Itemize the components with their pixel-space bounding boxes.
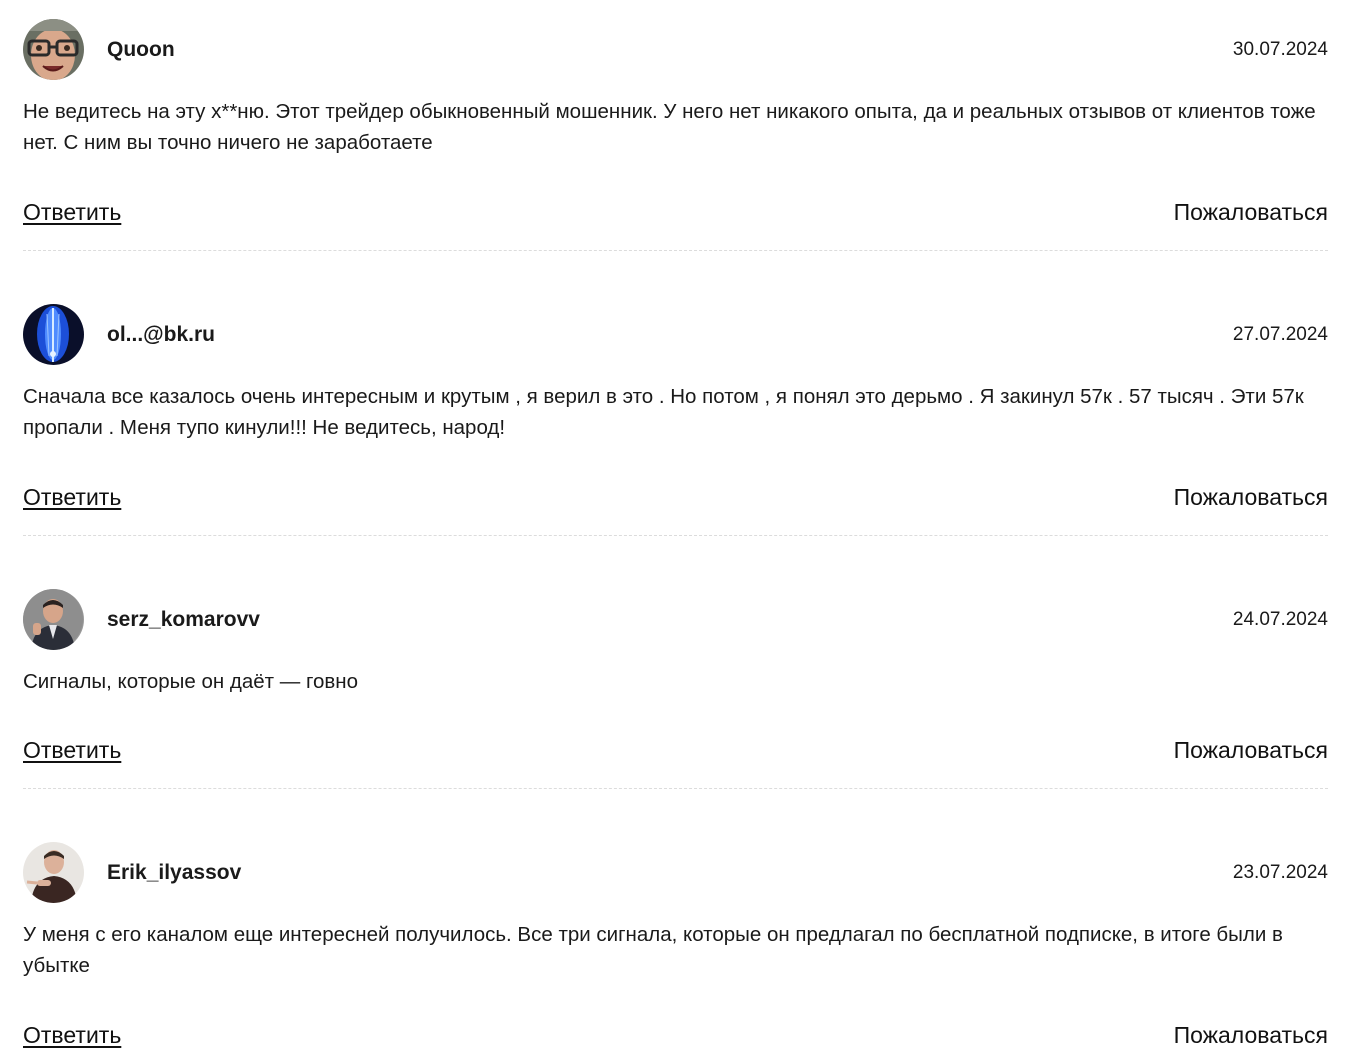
avatar-blue-light-icon[interactable] (23, 304, 84, 365)
comment-text: Сигналы, которые он даёт — говно (23, 670, 358, 693)
report-button[interactable]: Пожаловаться (1174, 197, 1328, 227)
report-button[interactable]: Пожаловаться (1174, 1020, 1328, 1050)
reply-button[interactable]: Ответить (23, 482, 121, 512)
avatar-man-suit-icon[interactable] (23, 589, 84, 650)
comments-list: Quoon 30.07.2024 Не ведитесь на эту х**н… (0, 0, 1349, 1064)
comment-date: 30.07.2024 (1232, 39, 1328, 60)
reply-button[interactable]: Ответить (23, 1020, 121, 1050)
comment-date: 23.07.2024 (1232, 862, 1328, 883)
comment-divider (23, 788, 1328, 789)
comment-header: ol...@bk.ru 27.07.2024 (23, 304, 1328, 366)
comment-divider (23, 535, 1328, 536)
reply-button[interactable]: Ответить (23, 735, 121, 765)
comment-header: serz_komarovv 24.07.2024 (23, 589, 1328, 651)
avatar-glasses-face-icon[interactable] (23, 19, 84, 80)
comment-header: Erik_ilyassov 23.07.2024 (23, 842, 1328, 904)
report-button[interactable]: Пожаловаться (1174, 735, 1328, 765)
comment-text: Не ведитесь на эту х**ню. Этот трейдер о… (23, 100, 1316, 154)
comment-date: 27.07.2024 (1232, 324, 1328, 345)
comment-author: serz_komarovv (107, 608, 260, 631)
comment-date: 24.07.2024 (1232, 609, 1328, 630)
reply-button[interactable]: Ответить (23, 197, 121, 227)
comment-author: Erik_ilyassov (107, 861, 242, 884)
report-button[interactable]: Пожаловаться (1174, 482, 1328, 512)
comment-author: Quoon (107, 38, 175, 61)
comment-header: Quoon 30.07.2024 (23, 19, 1328, 81)
comment-divider (23, 250, 1328, 251)
comment-text: У меня с его каналом еще интересней полу… (23, 923, 1283, 977)
comment-author: ol...@bk.ru (107, 323, 215, 346)
comment-text: Сначала все казалось очень интересным и … (23, 385, 1304, 439)
avatar-man-pointing-icon[interactable] (23, 842, 84, 903)
